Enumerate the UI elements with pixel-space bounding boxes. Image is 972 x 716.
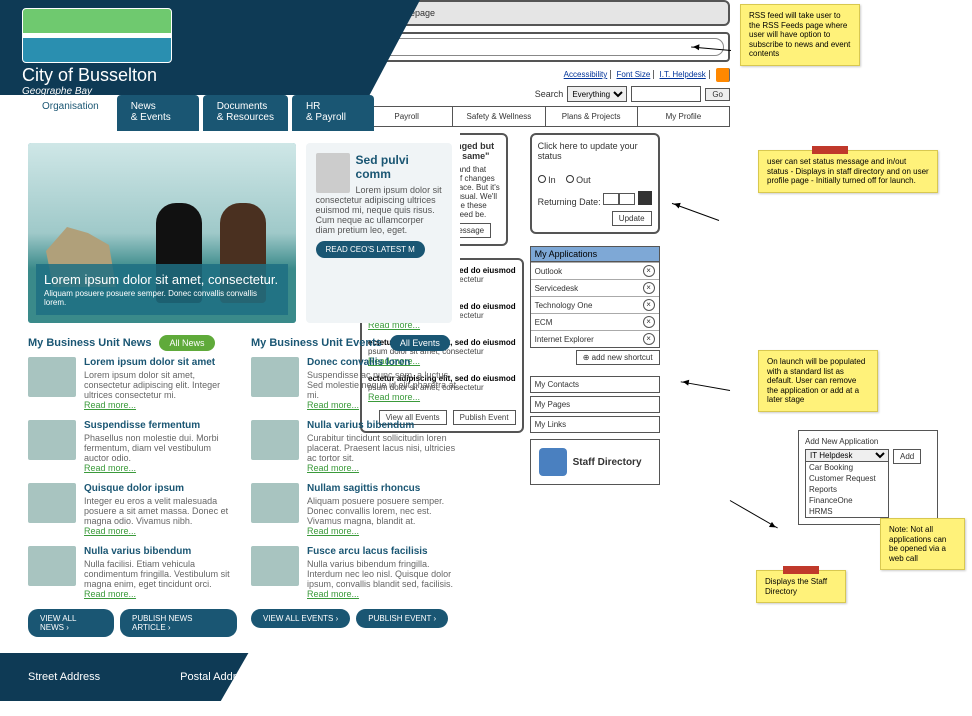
thumbnail bbox=[251, 357, 299, 397]
news-column: My Business Unit News All News Lorem ips… bbox=[28, 335, 237, 637]
thumbnail bbox=[251, 483, 299, 523]
tab-organisation[interactable]: Organisation bbox=[28, 95, 113, 131]
status-prompt[interactable]: Click here to update your status bbox=[538, 141, 652, 161]
search-query-input[interactable] bbox=[631, 86, 701, 102]
list-item: Suspendisse fermentumPhasellus non moles… bbox=[28, 420, 237, 473]
phone-icon bbox=[539, 448, 567, 476]
remove-app-icon[interactable]: × bbox=[643, 282, 655, 294]
thumbnail bbox=[28, 420, 76, 460]
thumbnail bbox=[251, 546, 299, 586]
note-addapp: Note: Not all applications can be opened… bbox=[880, 518, 965, 570]
list-item: Fusce arcu lacus facilisisNulla varius b… bbox=[251, 546, 460, 599]
hero-title: Lorem ipsum dolor sit amet, consectetur. bbox=[44, 272, 280, 287]
thumbnail bbox=[28, 483, 76, 523]
status-in-radio[interactable] bbox=[538, 175, 546, 183]
search-scope-select[interactable]: Everything bbox=[567, 86, 627, 102]
all-events-pill[interactable]: All Events bbox=[390, 335, 450, 351]
link-font-size[interactable]: Font Size bbox=[613, 70, 654, 79]
note-staff: Displays the Staff Directory bbox=[756, 570, 846, 603]
app-item[interactable]: Servicedesk× bbox=[531, 279, 659, 296]
app-option[interactable]: Reports bbox=[806, 484, 888, 495]
list-item: Donec convallis lorenSuspendisse ac nunc… bbox=[251, 357, 460, 410]
list-item: Nullam sagittis rhoncusAliquam posuere p… bbox=[251, 483, 460, 536]
remove-app-icon[interactable]: × bbox=[643, 265, 655, 277]
all-news-pill[interactable]: All News bbox=[159, 335, 214, 351]
ceo-photo bbox=[316, 153, 350, 193]
wtab-plans[interactable]: Plans & Projects bbox=[545, 107, 637, 126]
note-rss: RSS feed will take user to the RSS Feeds… bbox=[740, 4, 860, 66]
publish-event-wire[interactable]: Publish Event bbox=[453, 410, 516, 425]
add-shortcut-button[interactable]: ⊕ add new shortcut bbox=[576, 350, 660, 365]
list-item: Nulla varius bibendumCurabitur tincidunt… bbox=[251, 420, 460, 473]
read-more-link[interactable]: Read more... bbox=[84, 526, 136, 536]
search-go-button[interactable]: Go bbox=[705, 88, 730, 101]
app-option[interactable]: HRMS bbox=[806, 506, 888, 517]
hero-banner[interactable]: Lorem ipsum dolor sit amet, consectetur.… bbox=[28, 143, 296, 323]
site-footer: Street Address Postal Address bbox=[0, 653, 460, 701]
app-item[interactable]: ECM× bbox=[531, 313, 659, 330]
status-panel: Click here to update your status In Out … bbox=[530, 133, 660, 234]
wtab-safety[interactable]: Safety & Wellness bbox=[452, 107, 544, 126]
link-my-contacts[interactable]: My Contacts bbox=[530, 376, 660, 393]
app-item[interactable]: Technology One× bbox=[531, 296, 659, 313]
view-all-news-button[interactable]: VIEW ALL NEWS bbox=[28, 609, 114, 637]
calendar-icon[interactable] bbox=[638, 191, 652, 205]
link-my-links[interactable]: My Links bbox=[530, 416, 660, 433]
tab-news-events[interactable]: News& Events bbox=[117, 95, 199, 131]
link-my-pages[interactable]: My Pages bbox=[530, 396, 660, 413]
site-header: City of Busselton Geographe Bay bbox=[0, 0, 420, 95]
primary-nav: Organisation News& Events Documents& Res… bbox=[28, 95, 460, 131]
read-more-link[interactable]: Read more... bbox=[84, 463, 136, 473]
list-item: Lorem ipsum dolor sit ametLorem ipsum do… bbox=[28, 357, 237, 410]
remove-app-icon[interactable]: × bbox=[643, 299, 655, 311]
publish-event-button[interactable]: PUBLISH EVENT bbox=[356, 609, 448, 628]
ceo-feature: Sed pulvi comm Lorem ipsum dolor sit con… bbox=[306, 143, 452, 323]
news-heading: My Business Unit News bbox=[28, 337, 151, 349]
brand-title: City of Busselton bbox=[22, 65, 420, 86]
events-column: My Business Unit Events All Events Donec… bbox=[251, 335, 460, 637]
link-accessibility[interactable]: Accessibility bbox=[561, 70, 612, 79]
list-item: Quisque dolor ipsumInteger eu eros a vel… bbox=[28, 483, 237, 536]
app-option[interactable]: Customer Request bbox=[806, 473, 888, 484]
staff-directory-button[interactable]: Staff Directory bbox=[530, 439, 660, 485]
link-it-helpdesk[interactable]: I.T. Helpdesk bbox=[657, 70, 710, 79]
app-item[interactable]: Internet Explorer× bbox=[531, 330, 659, 347]
read-ceo-button[interactable]: READ CEO'S LATEST M bbox=[316, 241, 425, 258]
rss-icon[interactable] bbox=[716, 68, 730, 82]
app-option[interactable]: FinanceOne bbox=[806, 495, 888, 506]
app-item[interactable]: Outlook× bbox=[531, 262, 659, 279]
note-apps: On launch will be populated with a stand… bbox=[758, 350, 878, 412]
publish-news-button[interactable]: PUBLISH NEWS ARTICLE bbox=[120, 609, 237, 637]
add-application-dialog: Add New Application IT Helpdesk Car Book… bbox=[798, 430, 938, 525]
read-more-link[interactable]: Read more... bbox=[84, 589, 136, 599]
update-status-button[interactable]: Update bbox=[612, 211, 652, 226]
wtab-profile[interactable]: My Profile bbox=[637, 107, 729, 126]
my-applications-panel: My Applications Outlook×Servicedesk×Tech… bbox=[530, 246, 660, 367]
tab-documents[interactable]: Documents& Resources bbox=[203, 95, 288, 131]
remove-app-icon[interactable]: × bbox=[643, 333, 655, 345]
read-more-link[interactable]: Read more... bbox=[307, 463, 359, 473]
app-option[interactable]: Car Booking bbox=[806, 462, 888, 473]
read-more-link[interactable]: Read more... bbox=[84, 400, 136, 410]
tab-hr-payroll[interactable]: HR& Payroll bbox=[292, 95, 374, 131]
hero-subtitle: Aliquam posuere posuere semper. Donec co… bbox=[44, 289, 280, 307]
app-select[interactable]: IT Helpdesk bbox=[805, 449, 889, 462]
list-item: Nulla varius bibendumNulla facilisi. Eti… bbox=[28, 546, 237, 599]
thumbnail bbox=[28, 546, 76, 586]
date-field[interactable] bbox=[603, 193, 619, 205]
status-out-radio[interactable] bbox=[566, 175, 574, 183]
events-heading: My Business Unit Events bbox=[251, 337, 382, 349]
thumbnail bbox=[28, 357, 76, 397]
read-more-link[interactable]: Read more... bbox=[307, 400, 359, 410]
read-more-link[interactable]: Read more... bbox=[307, 526, 359, 536]
remove-app-icon[interactable]: × bbox=[643, 316, 655, 328]
thumbnail bbox=[251, 420, 299, 460]
note-status: user can set status message and in/out s… bbox=[758, 150, 938, 193]
logo-icon bbox=[22, 8, 172, 63]
add-app-button[interactable]: Add bbox=[893, 449, 921, 464]
view-all-events-button[interactable]: VIEW ALL EVENTS bbox=[251, 609, 350, 628]
read-more-link[interactable]: Read more... bbox=[307, 589, 359, 599]
